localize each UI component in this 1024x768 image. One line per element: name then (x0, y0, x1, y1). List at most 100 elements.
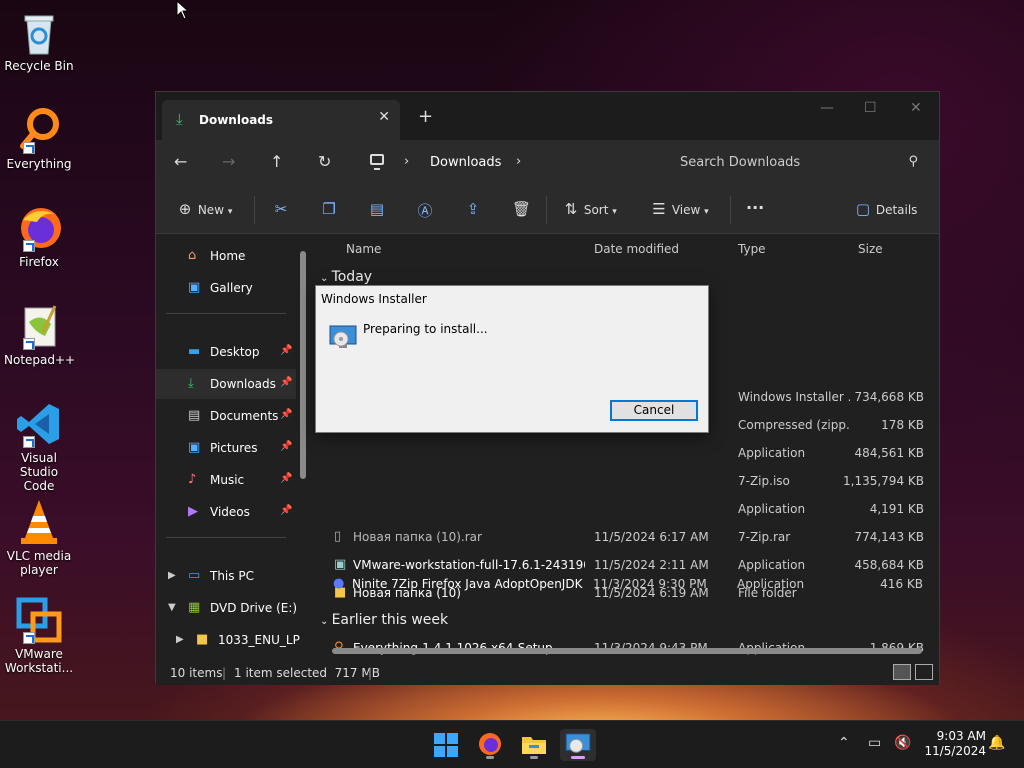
sidebar-item-home[interactable]: ⌂ Home (156, 241, 296, 271)
desktop-icon-vlc[interactable]: VLC media player (4, 498, 74, 577)
desktop-icon-everything[interactable]: Everything (4, 106, 74, 171)
search-input[interactable]: Search Downloads (680, 155, 800, 170)
sidebar-item-videos[interactable]: ▶ Videos 📌 (156, 497, 296, 527)
status-divider: | (368, 666, 373, 680)
details-button[interactable]: ▢ Details (854, 200, 918, 218)
sort-button[interactable]: ⇅ Sort ▾ (562, 200, 617, 218)
table-row[interactable]: Application 484,561 KB (314, 440, 934, 468)
share-button[interactable]: ⇪ (464, 200, 482, 218)
pin-icon[interactable]: 📌 (280, 345, 292, 356)
copy-button[interactable]: ❐ (320, 200, 338, 218)
sidebar-scrollbar[interactable] (300, 251, 306, 479)
sidebar-item-documents[interactable]: ▤ Documents 📌 (156, 401, 296, 431)
tab-downloads[interactable]: ⤓ Downloads ✕ (162, 100, 400, 140)
maximize-icon[interactable]: ☐ (864, 100, 877, 116)
table-row[interactable]: 7-Zip.iso 1,135,794 KB (314, 468, 934, 496)
notification-bell-icon[interactable]: 🔔 (988, 735, 1005, 751)
close-window-icon[interactable]: ✕ (910, 100, 922, 116)
computer-icon (370, 154, 384, 170)
address-location[interactable]: Downloads (430, 155, 501, 170)
sidebar-item-label: Pictures (210, 441, 258, 455)
sidebar-item-this-pc[interactable]: ▶ ▭ This PC (156, 561, 296, 591)
file-size: 416 KB (880, 577, 923, 591)
chevron-down-icon[interactable]: ▼ (168, 602, 176, 613)
delete-button[interactable]: 🗑 (512, 200, 531, 218)
file-name: VMware-workstation-full-17.6.1-24319023 (353, 558, 585, 572)
sidebar-item-1033-folder[interactable]: ▶ ■ 1033_ENU_LP (156, 625, 300, 655)
paste-button[interactable]: ▤ (368, 200, 386, 218)
pin-icon[interactable]: 📌 (280, 505, 292, 516)
start-button[interactable] (428, 729, 464, 761)
view-button[interactable]: ☰ View ▾ (650, 200, 708, 218)
chevron-right-icon[interactable]: ▶ (168, 570, 176, 581)
table-row[interactable]: ▯ Новая папка (10).rar 11/5/2024 6:17 AM… (314, 524, 934, 552)
pin-icon[interactable]: 📌 (280, 441, 292, 452)
details-pane-icon: ▢ (855, 200, 871, 218)
group-header-earlier[interactable]: ⌄ Earlier this week (320, 612, 448, 628)
taskbar-file-explorer[interactable] (516, 729, 552, 761)
address-bar[interactable]: › Downloads › (364, 148, 664, 178)
pin-icon[interactable]: 📌 (280, 409, 292, 420)
clock-time: 9:03 AM (936, 729, 986, 743)
chevron-right-icon[interactable]: ▶ (176, 634, 184, 645)
horizontal-scrollbar[interactable] (332, 648, 922, 654)
group-header-today[interactable]: ⌄ Today (320, 269, 372, 285)
shortcut-arrow-icon (23, 436, 35, 448)
table-row[interactable]: ● Ninite 7Zip Firefox Java AdoptOpenJDK … (313, 571, 933, 599)
column-header-type[interactable]: Type (738, 242, 766, 256)
pin-icon[interactable]: 📌 (280, 377, 292, 388)
shortcut-arrow-icon (23, 142, 35, 154)
chevron-right-icon[interactable]: › (516, 154, 521, 169)
column-header-name[interactable]: Name (346, 242, 381, 256)
item-count: 10 items (170, 666, 223, 680)
firefox-icon (479, 733, 501, 755)
desktop-icon-vmware[interactable]: VMware Workstati... (4, 596, 74, 675)
search-box[interactable]: Search Downloads ⚲ (668, 148, 930, 178)
folder-icon (522, 737, 546, 754)
desktop-icon-notepadpp[interactable]: Notepad++ (4, 302, 76, 367)
new-button[interactable]: ⊕ New ▾ (176, 200, 233, 218)
up-arrow-icon[interactable]: ↑ (270, 152, 283, 171)
cancel-button[interactable]: Cancel (610, 400, 698, 421)
desktop-icon-recycle-bin[interactable]: Recycle Bin (4, 8, 74, 73)
table-row[interactable]: Application 4,191 KB (314, 496, 934, 524)
rename-button[interactable]: Ⓐ (416, 200, 434, 221)
taskbar-firefox[interactable] (472, 729, 508, 761)
desktop-icon-vscode[interactable]: Visual Studio Code (4, 400, 74, 493)
sidebar-item-label: Downloads (210, 377, 276, 391)
minimize-icon[interactable]: — (820, 100, 834, 116)
column-header-size[interactable]: Size (858, 242, 883, 256)
desktop-icon-firefox[interactable]: Firefox (4, 204, 74, 269)
tiles-view-icon[interactable] (915, 664, 933, 680)
new-tab-icon[interactable]: + (418, 106, 433, 127)
gallery-icon: ▣ (188, 280, 201, 295)
sidebar-item-music[interactable]: ♪ Music 📌 (156, 465, 296, 495)
more-options-button[interactable]: ... (746, 194, 764, 213)
sidebar-item-pictures[interactable]: ▣ Pictures 📌 (156, 433, 296, 463)
system-clock[interactable]: 9:03 AM 11/5/2024 (922, 729, 986, 759)
show-hidden-icons-chevron-icon[interactable]: ⌃ (838, 735, 850, 751)
sidebar-item-desktop[interactable]: ▬ Desktop 📌 (156, 337, 296, 367)
windows-installer-dialog[interactable]: Windows Installer Preparing to install..… (315, 285, 709, 433)
status-divider: | (222, 666, 227, 680)
back-arrow-icon[interactable]: ← (174, 152, 187, 171)
running-indicator (530, 756, 538, 759)
sidebar-item-label: Documents (210, 409, 279, 423)
refresh-icon[interactable]: ↻ (318, 152, 331, 171)
sidebar-item-dvd-drive[interactable]: ▼ ▦ DVD Drive (E:) S( (156, 593, 296, 623)
toolbar-divider (546, 196, 547, 224)
sidebar-item-downloads[interactable]: ⤓ Downloads 📌 (156, 369, 296, 399)
forward-arrow-icon[interactable]: → (222, 152, 235, 171)
column-header-date[interactable]: Date modified (594, 242, 679, 256)
pin-icon[interactable]: 📌 (280, 473, 292, 484)
cut-button[interactable]: ✂ (272, 200, 290, 218)
volume-muted-icon[interactable]: 🔇 (894, 735, 911, 751)
chevron-right-icon[interactable]: › (404, 154, 409, 169)
taskbar-windows-installer[interactable] (560, 729, 596, 761)
sidebar-item-gallery[interactable]: ▣ Gallery (156, 273, 296, 303)
network-icon[interactable]: ▭ (868, 735, 881, 751)
details-view-icon[interactable] (893, 664, 911, 680)
sidebar-item-label: Videos (210, 505, 250, 519)
close-tab-icon[interactable]: ✕ (378, 109, 390, 125)
desktop-icon-label: Notepad++ (4, 353, 76, 367)
